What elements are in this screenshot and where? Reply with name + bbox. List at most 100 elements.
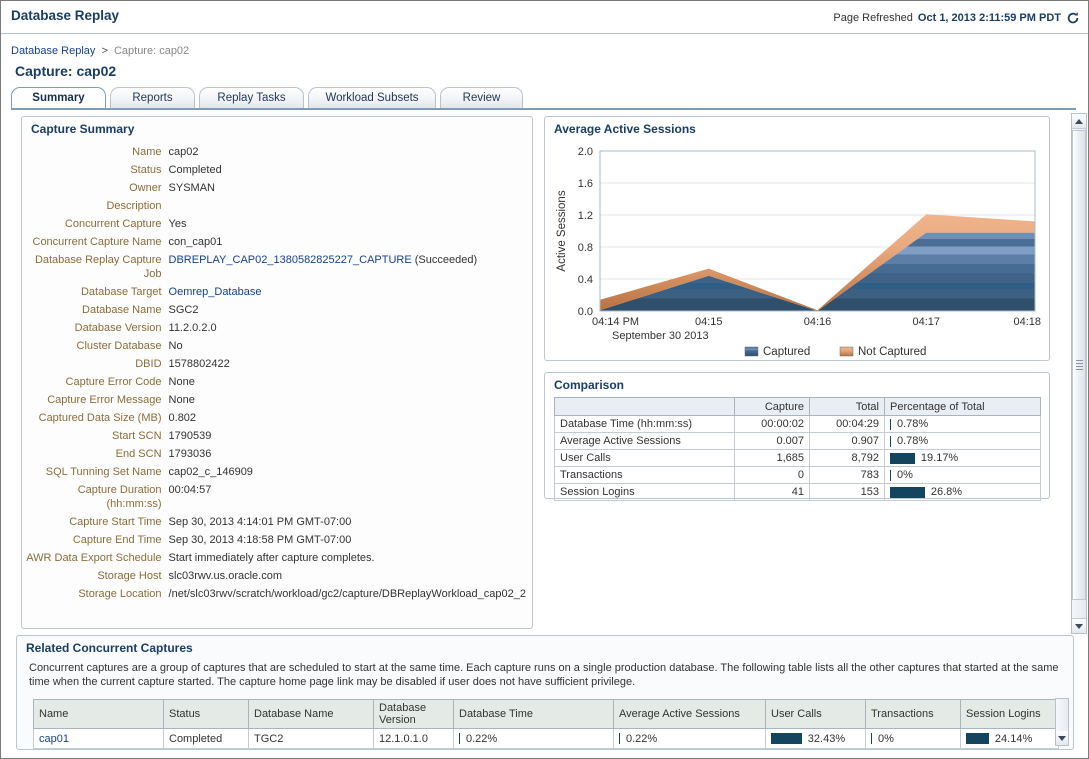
col-session-logins[interactable]: Session Logins bbox=[961, 700, 1059, 729]
capture-summary-label: Concurrent Capture Name bbox=[22, 233, 169, 251]
capture-summary-value: 1578802422 bbox=[169, 355, 532, 373]
x-axis-tick-label: 04:16 bbox=[804, 316, 832, 328]
capture-summary-table: Namecap02StatusCompletedOwnerSYSMANDescr… bbox=[22, 143, 532, 603]
capture-summary-row: Namecap02 bbox=[22, 143, 532, 161]
tab-summary[interactable]: Summary bbox=[11, 87, 106, 108]
capture-summary-value[interactable]: DBREPLAY_CAP02_1380582825227_CAPTURE (Su… bbox=[169, 251, 532, 283]
capture-summary-value: 1790539 bbox=[169, 427, 532, 445]
related-table-scroll-down-button[interactable] bbox=[1056, 731, 1068, 745]
col-user-calls[interactable]: User Calls bbox=[766, 700, 866, 729]
page-refreshed-block: Page Refreshed Oct 1, 2013 2:11:59 PM PD… bbox=[833, 11, 1080, 25]
x-axis-tick-label: 04:14 PM bbox=[592, 316, 639, 328]
capture-summary-row: Capture Error CodeNone bbox=[22, 373, 532, 391]
comparison-total-value: 0.907 bbox=[810, 433, 885, 450]
related-table-scrollbar[interactable] bbox=[1055, 698, 1069, 746]
related-captures-description: Concurrent captures are a group of captu… bbox=[29, 661, 1059, 689]
comparison-row: Database Time (hh:mm:ss)00:00:0200:04:29… bbox=[555, 416, 1041, 433]
tab-replay-tasks[interactable]: Replay Tasks bbox=[199, 87, 304, 108]
chart-legend-item[interactable]: Not Captured bbox=[840, 346, 926, 358]
capture-summary-label: Database Name bbox=[22, 301, 169, 319]
page-refreshed-time: Oct 1, 2013 2:11:59 PM PDT bbox=[918, 12, 1061, 24]
comparison-total-value: 8,792 bbox=[810, 450, 885, 467]
col-database-version[interactable]: Database Version bbox=[374, 700, 454, 729]
capture-summary-label: AWR Data Export Schedule bbox=[22, 549, 169, 567]
capture-summary-label: SQL Tunning Set Name bbox=[22, 463, 169, 481]
col-database-time[interactable]: Database Time bbox=[454, 700, 614, 729]
capture-summary-label: Database Version bbox=[22, 319, 169, 337]
capture-summary-title: Capture Summary bbox=[22, 117, 532, 140]
capture-summary-value: cap02 bbox=[169, 143, 532, 161]
average-active-sessions-chart[interactable]: 0.00.40.81.21.62.004:14 PM04:1504:1604:1… bbox=[545, 139, 1051, 359]
capture-summary-value: con_cap01 bbox=[169, 233, 532, 251]
capture-summary-row: OwnerSYSMAN bbox=[22, 179, 532, 197]
breadcrumb-link-database-replay[interactable]: Database Replay bbox=[11, 45, 95, 57]
capture-summary-label: Capture End Time bbox=[22, 531, 169, 549]
comparison-row: Transactions07830% bbox=[555, 467, 1041, 484]
capture-summary-row: Storage Location/net/slc03rwv/scratch/wo… bbox=[22, 585, 532, 603]
average-active-sessions-title: Average Active Sessions bbox=[545, 117, 1049, 140]
comparison-percentage-label: 0% bbox=[897, 469, 913, 481]
capture-summary-value-link[interactable]: DBREPLAY_CAP02_1380582825227_CAPTURE bbox=[169, 254, 412, 266]
capture-summary-row: Database NameSGC2 bbox=[22, 301, 532, 319]
capture-summary-row: Storage Hostslc03rwv.us.oracle.com bbox=[22, 567, 532, 585]
chevron-down-icon bbox=[1075, 624, 1083, 629]
related-capture-aas-bar bbox=[619, 733, 620, 744]
y-axis-title: Active Sessions bbox=[556, 190, 568, 271]
comparison-percentage-cell: 0.78% bbox=[885, 433, 1041, 450]
related-captures-title: Related Concurrent Captures bbox=[17, 636, 1073, 659]
chart-legend-item[interactable]: Captured bbox=[745, 346, 810, 358]
comparison-metric-name: User Calls bbox=[555, 450, 735, 467]
col-transactions[interactable]: Transactions bbox=[866, 700, 961, 729]
comparison-percentage-label: 0.78% bbox=[897, 435, 928, 447]
related-capture-name-cell[interactable]: cap01 bbox=[34, 729, 164, 749]
comparison-capture-value: 0 bbox=[735, 467, 810, 484]
capture-summary-value-link[interactable]: Oemrep_Database bbox=[169, 286, 262, 298]
capture-summary-value[interactable]: Oemrep_Database bbox=[169, 283, 532, 301]
capture-summary-value: No bbox=[169, 337, 532, 355]
capture-summary-row: Database TargetOemrep_Database bbox=[22, 283, 532, 301]
related-captures-header-row: Name Status Database Name Database Versi… bbox=[34, 700, 1059, 729]
scrollbar-thumb[interactable] bbox=[1072, 130, 1086, 600]
scroll-down-button[interactable] bbox=[1072, 618, 1086, 633]
chart-legend-label: Captured bbox=[763, 346, 810, 358]
average-active-sessions-panel: Average Active Sessions 0.00.40.81.21.62… bbox=[544, 116, 1050, 361]
tab-workload-subsets[interactable]: Workload Subsets bbox=[308, 87, 436, 108]
col-database-name[interactable]: Database Name bbox=[249, 700, 374, 729]
comparison-percentage-cell: 19.17% bbox=[885, 450, 1041, 467]
tab-reports[interactable]: Reports bbox=[110, 87, 195, 108]
col-name[interactable]: Name bbox=[34, 700, 164, 729]
x-axis-tick-label: 04:17 bbox=[912, 316, 940, 328]
comparison-title: Comparison bbox=[545, 373, 1049, 396]
related-capture-transactions-bar bbox=[871, 733, 872, 744]
capture-summary-value: SGC2 bbox=[169, 301, 532, 319]
capture-summary-value: 00:04:57 bbox=[169, 481, 532, 513]
comparison-col-total: Total bbox=[810, 398, 885, 416]
related-capture-database-time-bar bbox=[459, 733, 460, 744]
comparison-total-value: 783 bbox=[810, 467, 885, 484]
comparison-percentage-bar bbox=[890, 436, 891, 447]
capture-summary-label: Captured Data Size (MB) bbox=[22, 409, 169, 427]
comparison-header-row: Capture Total Percentage of Total bbox=[555, 398, 1041, 416]
related-captures-table: Name Status Database Name Database Versi… bbox=[33, 699, 1059, 749]
related-capture-transactions: 0% bbox=[866, 729, 961, 749]
related-capture-name-link[interactable]: cap01 bbox=[39, 733, 69, 745]
chart-svg: 0.00.40.81.21.62.004:14 PM04:1504:1604:1… bbox=[545, 139, 1051, 359]
capture-summary-row: Concurrent CaptureYes bbox=[22, 215, 532, 233]
table-row: cap01CompletedTGC212.1.0.1.00.22%0.22%32… bbox=[34, 729, 1059, 749]
col-status[interactable]: Status bbox=[164, 700, 249, 729]
capture-summary-row: Database Version11.2.0.2.0 bbox=[22, 319, 532, 337]
capture-summary-row: DBID1578802422 bbox=[22, 355, 532, 373]
tab-review[interactable]: Review bbox=[440, 87, 523, 108]
breadcrumb-separator: > bbox=[101, 45, 107, 57]
y-axis-tick-label: 1.6 bbox=[578, 178, 593, 190]
capture-summary-row: Captured Data Size (MB)0.802 bbox=[22, 409, 532, 427]
page-vertical-scrollbar[interactable] bbox=[1071, 113, 1087, 634]
comparison-percentage-cell: 26.8% bbox=[885, 484, 1041, 501]
scroll-up-button[interactable] bbox=[1072, 114, 1086, 129]
refresh-icon[interactable] bbox=[1066, 11, 1080, 25]
capture-summary-value: cap02_c_146909 bbox=[169, 463, 532, 481]
col-aas[interactable]: Average Active Sessions bbox=[614, 700, 766, 729]
comparison-row: Average Active Sessions0.0070.9070.78% bbox=[555, 433, 1041, 450]
comparison-capture-value: 00:00:02 bbox=[735, 416, 810, 433]
capture-summary-label: Database Target bbox=[22, 283, 169, 301]
